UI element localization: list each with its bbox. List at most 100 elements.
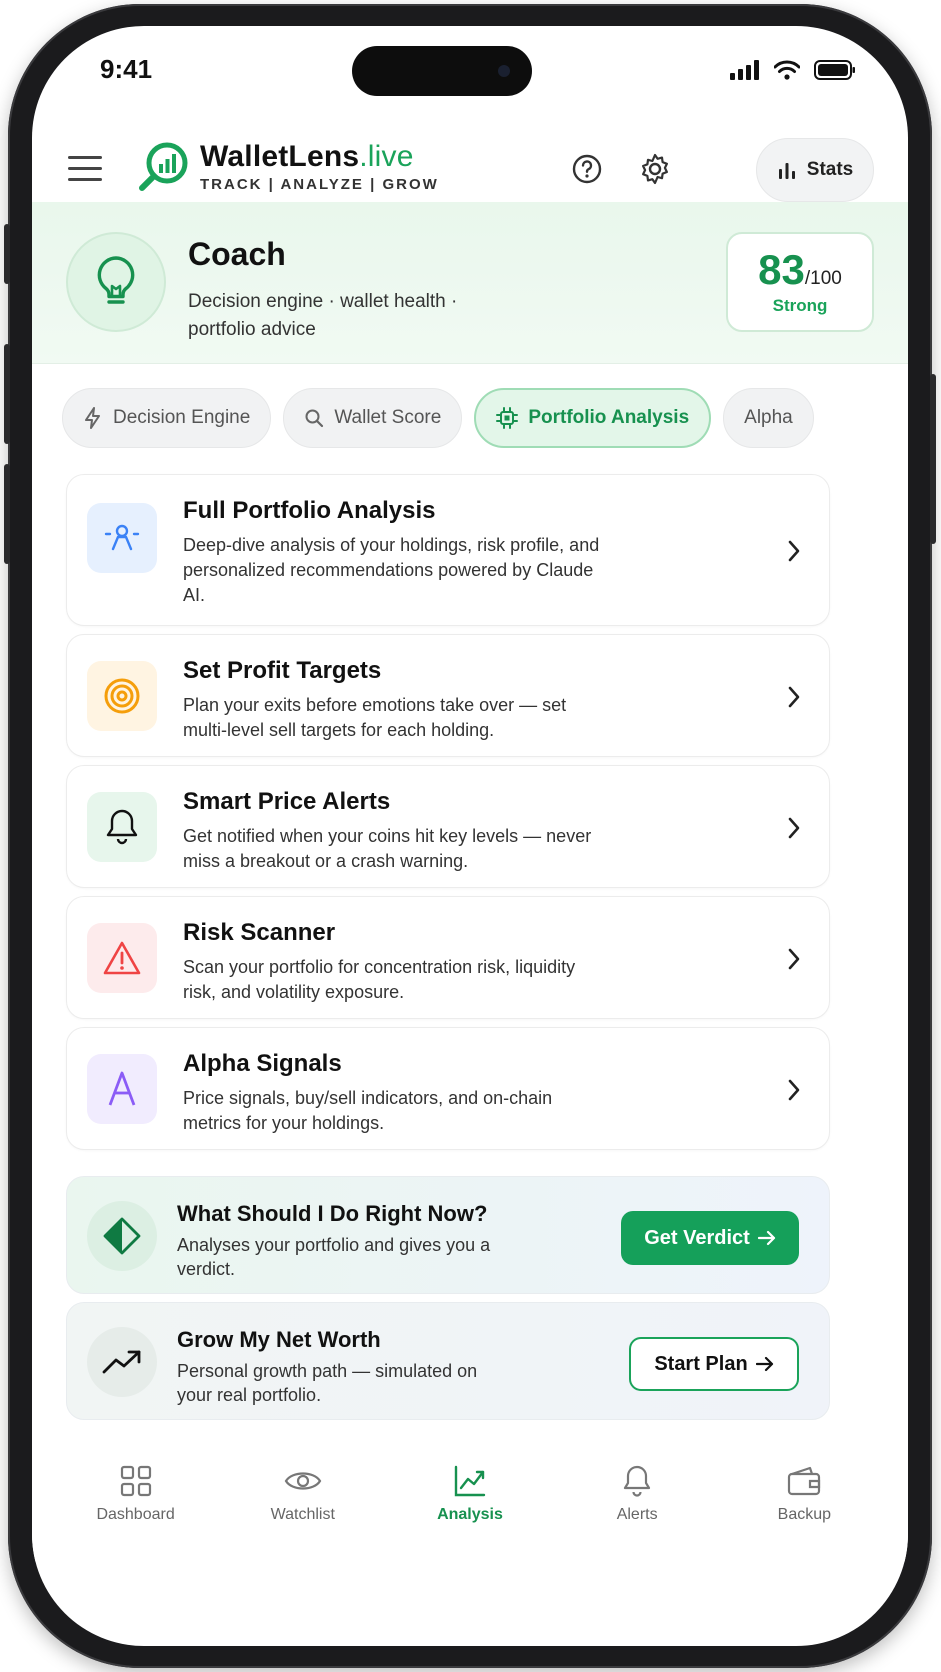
wifi-icon [774,60,800,80]
card-description: Price signals, buy/sell indicators, and … [183,1088,553,1133]
target-icon [87,661,157,731]
nav-watchlist[interactable]: Watchlist [228,1464,378,1524]
menu-button[interactable] [68,156,102,184]
coach-avatar [66,232,166,332]
chip-icon [496,407,519,429]
bar-chart-icon [778,163,795,179]
brand: WalletLens.live TRACK | ANALYZE | GROW [200,140,439,193]
nav-label: Watchlist [270,1506,335,1523]
arrow-right-icon [755,1356,773,1372]
coach-hero: Coach Decision engine · wallet health · … [32,202,908,364]
tab-label: Wallet Score [334,407,442,428]
status-time: 9:41 [100,54,153,84]
tab-decision-engine[interactable]: Decision Engine [62,388,272,448]
power-button [930,374,936,544]
grow-title: Grow My Net Worth [177,1327,381,1352]
nav-label: Alerts [616,1506,658,1523]
coach-title: Coach [188,236,286,272]
chevron-right-icon [788,1079,800,1101]
mute-switch [4,224,10,284]
nav-label: Dashboard [96,1506,175,1523]
card-description: Scan your portfolio for concentration ri… [183,957,576,1002]
coach-subtitle: Decision engine · wallet health · portfo… [188,291,458,340]
coach-tabs: Decision Engine Wallet Score Portfolio A… [62,388,814,448]
chevron-right-icon [788,817,800,839]
verdict-title: What Should I Do Right Now? [177,1201,488,1226]
get-verdict-label: Get Verdict [644,1226,750,1249]
help-icon[interactable] [570,152,604,186]
card-full-portfolio-analysis[interactable]: Full Portfolio Analysis Deep-dive analys… [66,474,830,626]
card-title: Full Portfolio Analysis [183,497,436,524]
card-description: Get notified when your coins hit key lev… [183,826,592,871]
nav-label: Analysis [437,1506,503,1523]
nav-alerts[interactable]: Alerts [562,1464,712,1524]
feature-list: Full Portfolio Analysis Deep-dive analys… [66,474,830,1158]
person-scan-icon [87,503,157,573]
volume-down-button [4,464,10,564]
contrast-diamond-icon [87,1201,157,1271]
status-bar: 9:41 [32,26,908,126]
score-max: /100 [804,268,842,289]
tab-label: Alpha [744,407,793,428]
card-title: Set Profit Targets [183,657,382,684]
nav-dashboard[interactable]: Dashboard [61,1464,211,1524]
tab-label: Decision Engine [113,407,251,428]
nav-label: Backup [777,1506,832,1523]
card-risk-scanner[interactable]: Risk Scanner Scan your portfolio for con… [66,896,830,1019]
brand-name: WalletLens.live [200,140,414,173]
camera-icon [498,65,510,77]
card-set-profit-targets[interactable]: Set Profit Targets Plan your exits befor… [66,634,830,757]
tab-portfolio-analysis[interactable]: Portfolio Analysis [474,388,712,448]
gear-icon[interactable] [638,152,672,186]
chart-line-icon [454,1465,486,1497]
search-icon [305,409,324,428]
card-title: Alpha Signals [183,1050,342,1077]
card-smart-price-alerts[interactable]: Smart Price Alerts Get notified when you… [66,765,830,888]
score-value: 83 [758,246,805,293]
chevron-right-icon [788,948,800,970]
warning-icon [87,923,157,993]
start-plan-label: Start Plan [654,1352,748,1375]
tab-alpha[interactable]: Alpha [723,388,814,448]
card-description: Deep-dive analysis of your holdings, ris… [183,535,600,605]
card-alpha-signals[interactable]: Alpha Signals Price signals, buy/sell in… [66,1027,830,1150]
tab-label: Portfolio Analysis [528,407,690,428]
tab-wallet-score[interactable]: Wallet Score [283,388,463,448]
phone-frame: 9:41 WalletLens.live TRACK | ANALYZE | G… [4,4,936,1668]
trending-up-icon [87,1327,157,1397]
grow-description: Personal growth path — simulated on your… [177,1361,478,1405]
wallet-icon [788,1466,821,1496]
bottom-navigation: Dashboard Watchlist Analysis Alerts Back… [32,1442,908,1562]
status-icons [730,60,856,80]
start-plan-button[interactable]: Start Plan [629,1337,799,1391]
signal-icon [730,60,759,80]
bell-icon [624,1465,651,1497]
chevron-right-icon [788,540,800,562]
bell-icon [87,792,157,862]
volume-up-button [4,344,10,444]
letter-a-icon [87,1054,157,1124]
arrow-right-icon [757,1230,775,1246]
grow-net-worth-card: Grow My Net Worth Personal growth path —… [66,1302,830,1420]
stats-button[interactable]: Stats [756,138,874,202]
battery-icon [814,60,855,80]
grid-icon [120,1465,151,1497]
score-label: Strong [772,296,828,315]
stats-label: Stats [806,159,854,180]
verdict-description: Analyses your portfolio and gives you a … [177,1235,491,1279]
lightbulb-icon [97,256,135,304]
wallet-score-card[interactable]: 83/100 Strong [726,232,874,332]
nav-analysis[interactable]: Analysis [395,1464,545,1524]
card-title: Risk Scanner [183,919,336,946]
logo-icon [139,142,188,191]
card-title: Smart Price Alerts [183,788,391,815]
screen: 9:41 WalletLens.live TRACK | ANALYZE | G… [32,26,908,1646]
brand-tagline: TRACK | ANALYZE | GROW [200,176,439,193]
nav-backup[interactable]: Backup [729,1464,879,1524]
eye-icon [284,1472,322,1490]
bolt-icon [85,407,100,429]
chevron-right-icon [788,686,800,708]
verdict-card: What Should I Do Right Now? Analyses you… [66,1176,830,1294]
get-verdict-button[interactable]: Get Verdict [621,1211,799,1265]
dynamic-island [352,46,532,96]
